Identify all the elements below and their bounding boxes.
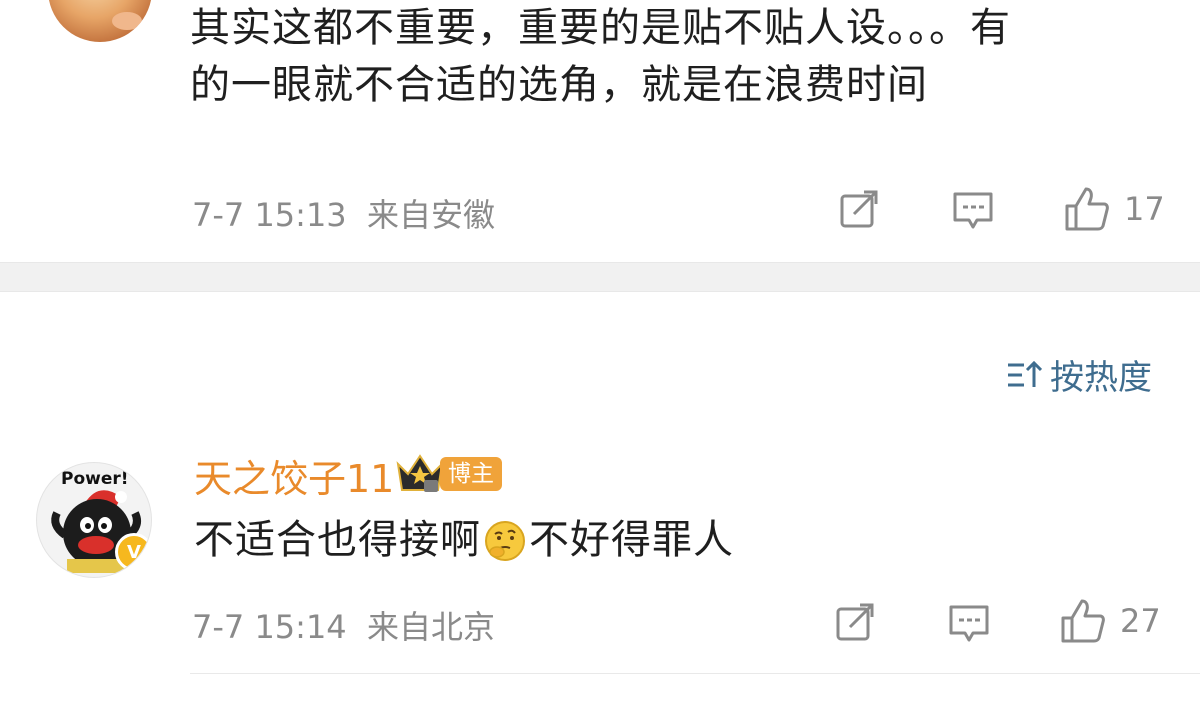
sort-icon: [1008, 360, 1042, 387]
comment-text: 不适合也得接啊 不好得罪人: [194, 512, 734, 569]
section-divider: [0, 262, 1200, 292]
verified-badge-icon: V: [115, 533, 151, 571]
thumbs-up-icon: [1065, 187, 1109, 231]
comment-meta: 7-7 15:14 来自北京: [192, 608, 496, 646]
thinking-face-emoji: [485, 520, 525, 561]
share-icon: [840, 190, 878, 228]
like-button[interactable]: 17: [1064, 186, 1165, 232]
thumbs-up-icon: [1061, 599, 1105, 643]
sort-label: 按热度: [1050, 358, 1152, 398]
share-button[interactable]: [834, 601, 876, 647]
reply-button[interactable]: [948, 603, 990, 649]
comment-text: 其实这都不重要，重要的是贴不贴人设。。。有 的一眼就不合适的选角，就是在浪费时间: [190, 0, 1180, 114]
blogger-badge: 博主: [440, 457, 502, 491]
comment-icon: [949, 605, 989, 642]
comment-meta: 7-7 15:13 来自安徽: [192, 196, 496, 234]
crown-icon: [394, 452, 446, 494]
comment-icon: [953, 192, 993, 229]
username[interactable]: 天之饺子11: [194, 448, 394, 503]
share-icon: [836, 603, 874, 641]
reply-button[interactable]: [952, 190, 994, 236]
avatar[interactable]: Power! V: [36, 462, 152, 578]
like-count: 27: [1120, 602, 1161, 640]
comment-text-line: 的一眼就不合适的选角，就是在浪费时间: [190, 62, 928, 108]
comment-text-part: 不适合也得接啊: [194, 517, 481, 563]
comment-text-part: 不好得罪人: [529, 517, 734, 563]
like-button[interactable]: 27: [1060, 598, 1161, 644]
share-button[interactable]: [838, 188, 880, 234]
divider: [190, 673, 1200, 674]
avatar[interactable]: [48, 0, 152, 42]
comment-text-line: 其实这都不重要，重要的是贴不贴人设。。。有: [190, 5, 1011, 51]
like-count: 17: [1124, 190, 1165, 228]
sort-toggle[interactable]: 按热度: [1006, 350, 1152, 399]
